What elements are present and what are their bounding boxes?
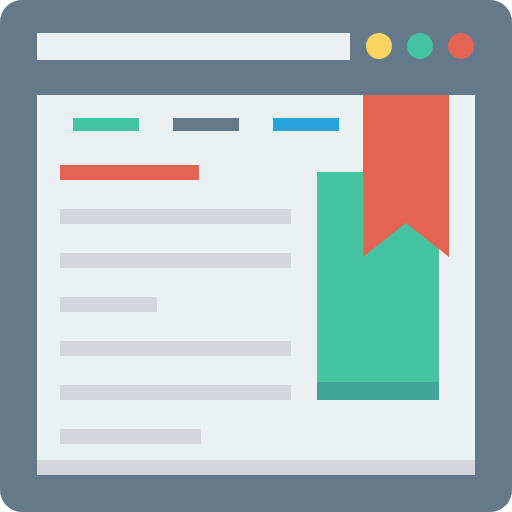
text-line <box>60 385 291 400</box>
book-page-edge <box>317 382 439 400</box>
text-line <box>60 297 157 312</box>
text-line <box>60 209 291 224</box>
nav-tab-1[interactable] <box>73 118 139 131</box>
address-bar[interactable] <box>37 33 350 60</box>
minimize-dot[interactable] <box>366 33 392 59</box>
content-footer <box>37 460 475 475</box>
maximize-dot[interactable] <box>407 33 433 59</box>
bookmark-ribbon-shape <box>363 95 449 257</box>
close-dot[interactable] <box>448 33 474 59</box>
text-line <box>60 341 291 356</box>
text-line <box>60 429 201 444</box>
page-content <box>37 95 475 475</box>
bookmark-ribbon-icon[interactable] <box>363 95 449 257</box>
nav-tab-2[interactable] <box>173 118 239 131</box>
nav-tab-3[interactable] <box>273 118 339 131</box>
browser-window-icon <box>0 0 512 512</box>
page-heading-placeholder <box>60 165 199 180</box>
text-line <box>60 253 291 268</box>
